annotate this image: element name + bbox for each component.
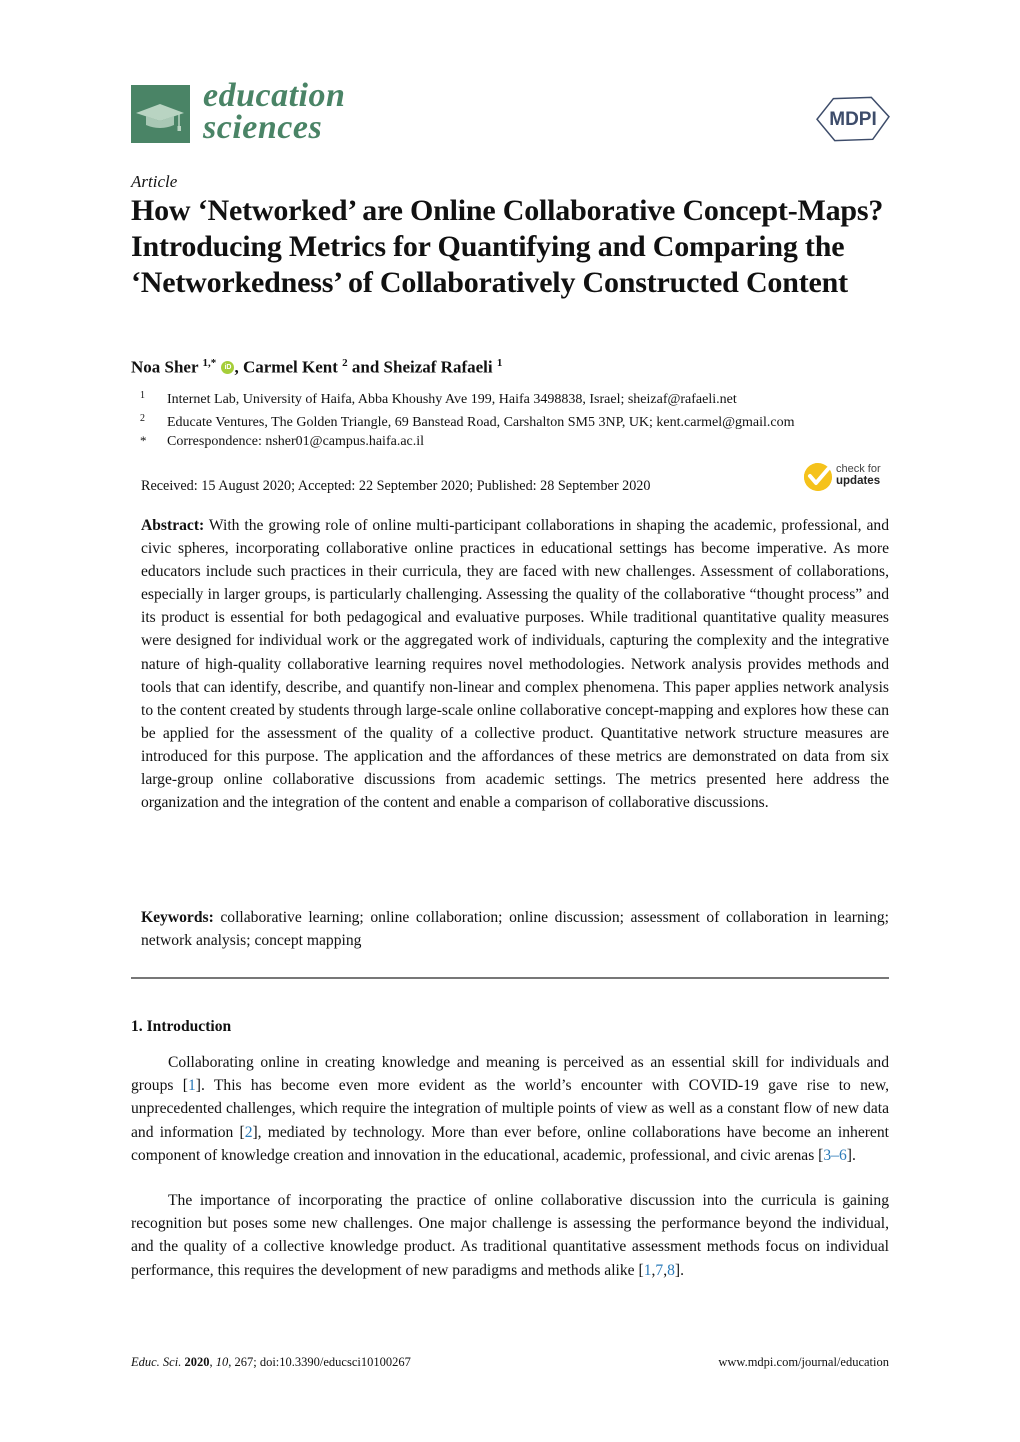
author-name: Carmel Kent [242, 357, 338, 377]
citation-footer: Educ. Sci. 2020, 10, 267; doi:10.3390/ed… [131, 1355, 411, 1369]
check-updates-line2: updates [836, 475, 881, 487]
orcid-icon[interactable]: iD [221, 360, 235, 374]
correspondence-text: Correspondence: nsher01@campus.haifa.ac.… [167, 434, 425, 449]
journal-title-line2: sciences [203, 109, 323, 146]
author-name: Sheizaf Rafaeli [383, 357, 493, 377]
section-divider [131, 977, 889, 979]
paragraph-text: ]. [674, 1261, 684, 1279]
graduation-cap-icon [136, 104, 184, 131]
keywords: Keywords: collaborative learning; online… [141, 906, 889, 952]
affiliation-mark: 1 [140, 390, 145, 401]
author-affiliation-mark: 1 [496, 357, 503, 369]
author-list: Noa Sher 1,* iD, Carmel Kent 2 and Sheiz… [131, 357, 502, 378]
abstract-label: Abstract: [141, 517, 205, 534]
author-affiliation-mark: 1,* [202, 357, 217, 369]
citation-link[interactable]: 8 [667, 1262, 675, 1279]
check-for-updates-label: check for updates [836, 463, 881, 487]
section-heading: 1. Introduction [131, 1018, 232, 1035]
check-updates-line1: check for [836, 463, 881, 475]
journal-title: education sciences [203, 77, 346, 146]
author-name: Noa Sher [131, 357, 199, 377]
footer-year: 2020 [184, 1355, 210, 1369]
affiliation-mark: 2 [140, 413, 145, 424]
check-for-updates-button[interactable]: check for updates [802, 461, 892, 495]
citation-link[interactable]: 1 [188, 1077, 196, 1094]
footer-volume: 10 [215, 1355, 229, 1369]
author-separator: , [234, 357, 243, 377]
affiliation-text: Educate Ventures, The Golden Triangle, 6… [167, 415, 795, 430]
journal-logo [131, 85, 190, 143]
article-type: Article [131, 172, 178, 191]
intro-paragraph-2: The importance of incorporating the prac… [131, 1189, 889, 1282]
keywords-label: Keywords: [141, 909, 214, 926]
footer-doi: , 267; doi:10.3390/educsci10100267 [228, 1355, 411, 1369]
intro-paragraph-1: Collaborating online in creating knowled… [131, 1051, 889, 1167]
journal-abbrev: Educ. Sci. [131, 1355, 182, 1369]
paragraph-text: The importance of incorporating the prac… [131, 1192, 889, 1279]
affiliation-text: Internet Lab, University of Haifa, Abba … [167, 392, 737, 407]
journal-url-link[interactable]: www.mdpi.com/journal/education [709, 1355, 889, 1370]
keywords-text: collaborative learning; online collabora… [141, 909, 890, 950]
mdpi-hexagon-icon: MDPI [816, 96, 890, 142]
citation-link[interactable]: 3–6 [823, 1147, 846, 1164]
paragraph-text: ]. [846, 1146, 856, 1164]
citation-link[interactable]: 1 [644, 1262, 652, 1279]
journal-title-line1: education [203, 77, 346, 114]
abstract-text: With the growing role of online multi-pa… [141, 517, 889, 812]
check-mark-icon [804, 463, 832, 491]
author-separator: and [347, 357, 384, 377]
mdpi-logo: MDPI [815, 92, 891, 144]
mdpi-text: MDPI [829, 109, 877, 130]
correspondence: * Correspondence: nsher01@campus.haifa.ac… [131, 430, 424, 453]
correspondence-mark: * [140, 433, 147, 448]
publication-dates: Received: 15 August 2020; Accepted: 22 S… [141, 478, 651, 494]
paper-title: How ‘Networked’ are Online Collaborative… [131, 194, 884, 299]
abstract: Abstract: With the growing role of onlin… [141, 514, 889, 814]
